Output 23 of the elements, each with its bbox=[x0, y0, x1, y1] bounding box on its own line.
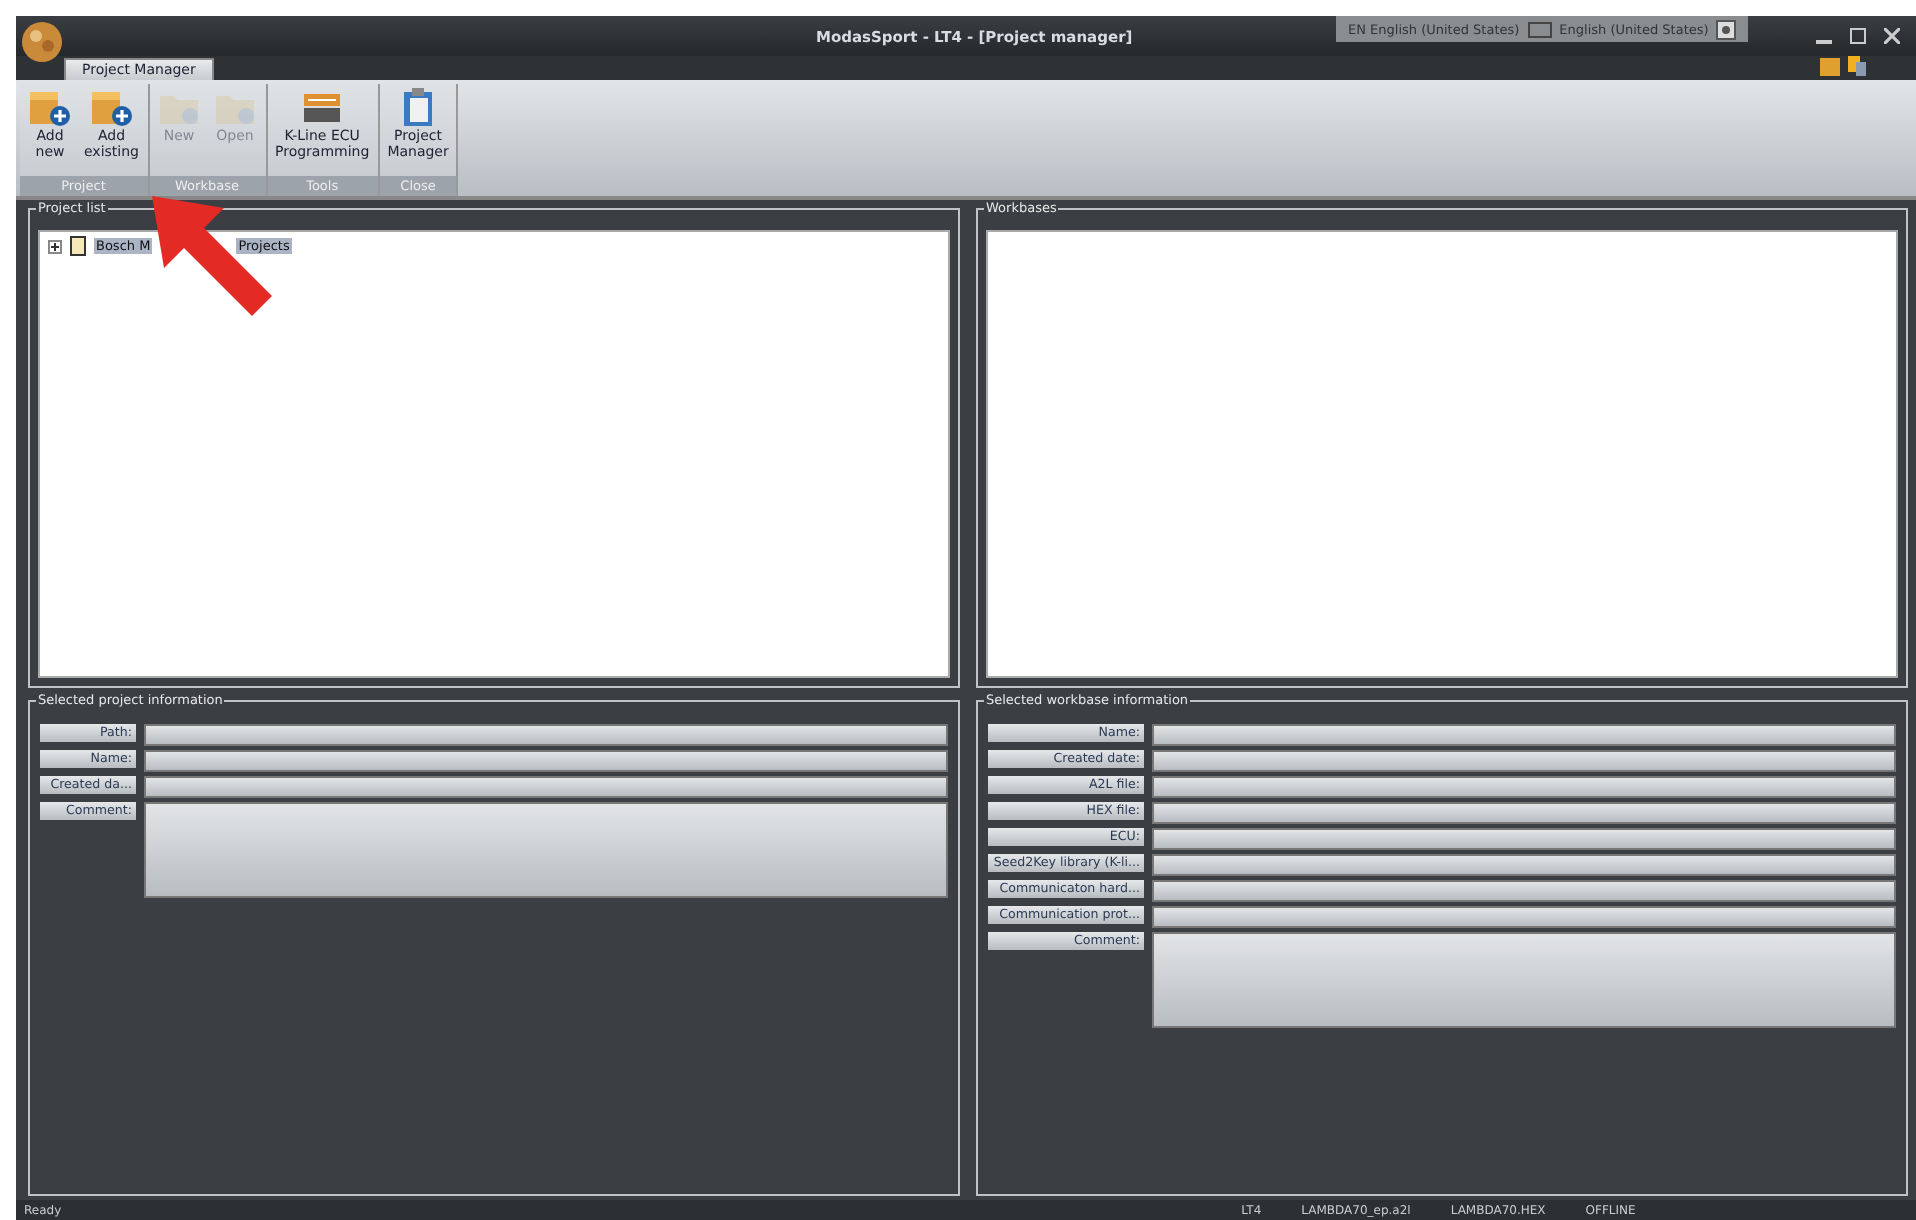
pages-icon[interactable] bbox=[1848, 56, 1868, 76]
input-field[interactable] bbox=[1152, 880, 1896, 902]
document-icon bbox=[70, 236, 86, 256]
input-field[interactable] bbox=[1152, 750, 1896, 772]
input-field[interactable] bbox=[144, 724, 948, 746]
maximize-icon[interactable] bbox=[1850, 28, 1866, 44]
expand-icon[interactable] bbox=[48, 239, 62, 253]
input-field[interactable] bbox=[1152, 854, 1896, 876]
input-field[interactable] bbox=[1152, 932, 1896, 1028]
input-field[interactable] bbox=[1152, 724, 1896, 746]
input-field[interactable] bbox=[1152, 802, 1896, 824]
input-field[interactable] bbox=[144, 750, 948, 772]
app-menu-icon[interactable] bbox=[20, 20, 64, 64]
box-plus-icon bbox=[89, 88, 134, 128]
input-field[interactable] bbox=[1152, 828, 1896, 850]
ecu-device-icon bbox=[300, 88, 345, 128]
box-plus-icon bbox=[28, 88, 72, 128]
help-icon[interactable] bbox=[1716, 19, 1737, 39]
input-field[interactable] bbox=[1152, 776, 1896, 798]
input-field[interactable] bbox=[144, 802, 948, 898]
input-field[interactable] bbox=[1152, 906, 1896, 928]
input-field[interactable] bbox=[144, 776, 948, 798]
close-icon[interactable] bbox=[1884, 28, 1900, 44]
